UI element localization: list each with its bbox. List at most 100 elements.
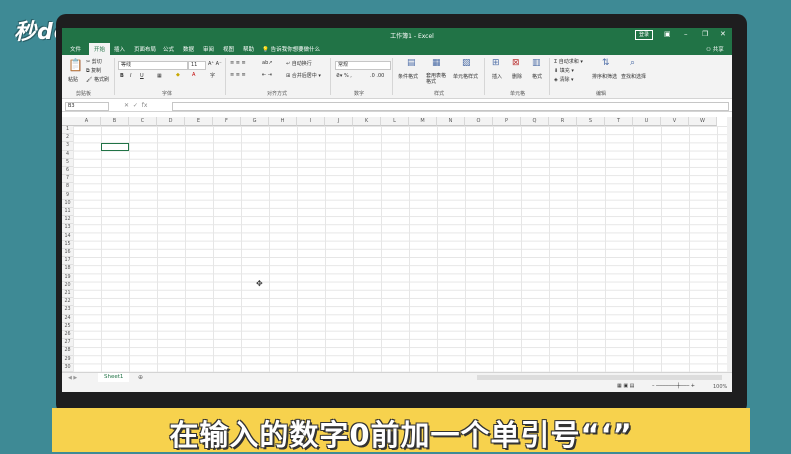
row-header[interactable]: 17 [62,257,73,266]
tab-view[interactable]: 视图 [223,45,234,53]
sort-filter-icon[interactable]: ⇅ [602,58,610,68]
cut-button[interactable]: ✂ 剪切 [86,58,102,65]
share-button[interactable]: ⚇ 共享 [706,45,724,53]
orientation-icon[interactable]: ab↗ [262,60,272,66]
row-header[interactable]: 14 [62,232,73,241]
row-header[interactable]: 26 [62,331,73,340]
format-cells-button[interactable]: 格式 [532,73,542,80]
row-header[interactable]: 30 [62,363,73,372]
autosum-button[interactable]: Σ 自动求和 ▾ [554,58,583,65]
add-sheet-icon[interactable]: ⊕ [138,374,143,381]
column-header[interactable]: H [269,117,297,126]
copy-button[interactable]: ⧉ 复制 [86,67,101,74]
row-header[interactable]: 3 [62,142,73,151]
tab-page-layout[interactable]: 页面布局 [134,45,156,53]
column-header[interactable]: G [241,117,269,126]
column-header[interactable]: K [353,117,381,126]
row-header[interactable]: 25 [62,322,73,331]
format-cells-icon[interactable]: ▥ [532,58,541,68]
wrap-text-button[interactable]: ↵ 自动换行 [286,60,312,67]
row-header[interactable]: 24 [62,314,73,323]
row-header[interactable]: 10 [62,199,73,208]
row-header[interactable]: 7 [62,175,73,184]
vertical-scrollbar[interactable] [727,117,732,372]
column-header[interactable]: S [577,117,605,126]
font-name-select[interactable]: 等线 [118,61,188,70]
selected-cell[interactable] [101,143,129,151]
fill-color-icon[interactable]: ◆ [176,72,180,78]
column-header[interactable]: F [213,117,241,126]
font-color-icon[interactable]: A [192,72,195,78]
horizontal-scrollbar[interactable] [477,375,722,380]
zoom-slider[interactable]: – ───────┼─── + [652,383,695,389]
enter-icon[interactable]: ✓ [133,102,138,109]
bold-button[interactable]: B [120,73,124,79]
row-header[interactable]: 1 [62,126,73,135]
tab-review[interactable]: 审阅 [203,45,214,53]
column-header[interactable]: N [437,117,465,126]
tab-help[interactable]: 帮助 [243,45,254,53]
column-header[interactable]: C [129,117,157,126]
insert-cells-button[interactable]: 插入 [492,73,502,80]
find-select-button[interactable]: 查找和选择 [621,73,646,80]
sheet-nav-icon[interactable]: ◀ ▶ [68,375,77,381]
tell-me-box[interactable]: 💡 告诉我你想要做什么 [262,45,320,53]
tab-data[interactable]: 数据 [183,45,194,53]
row-header[interactable]: 4 [62,150,73,159]
italic-button[interactable]: I [130,73,131,79]
format-as-table-button[interactable]: 套用表格格式 [426,73,450,85]
row-header[interactable]: 9 [62,191,73,200]
minimize-icon[interactable]: – [684,30,688,38]
row-header[interactable]: 29 [62,355,73,364]
decimal-icon[interactable]: .0 .00 [370,73,384,79]
formula-input[interactable] [172,102,729,111]
view-normal-icon[interactable]: ▦ ▣ ▤ [617,383,634,389]
close-icon[interactable]: ✕ [720,30,726,38]
row-header[interactable]: 16 [62,249,73,258]
column-header[interactable]: O [465,117,493,126]
row-header[interactable]: 2 [62,134,73,143]
conditional-format-button[interactable]: 条件格式 [398,73,418,80]
row-header[interactable]: 6 [62,167,73,176]
cell-styles-icon[interactable]: ▨ [462,58,471,68]
row-header[interactable]: 15 [62,240,73,249]
row-header[interactable]: 21 [62,290,73,299]
fx-icon[interactable]: fx [142,102,148,109]
row-header[interactable]: 8 [62,183,73,192]
column-header[interactable]: L [381,117,409,126]
paste-icon[interactable]: 📋 [68,58,83,72]
column-header[interactable]: T [605,117,633,126]
find-select-icon[interactable]: ⌕ [630,58,635,68]
column-header[interactable]: D [157,117,185,126]
ribbon-options-icon[interactable]: ▣ [664,30,671,38]
cancel-icon[interactable]: ✕ [124,102,129,109]
column-header[interactable]: I [297,117,325,126]
format-as-table-icon[interactable]: ▦ [432,58,441,68]
column-header[interactable]: M [409,117,437,126]
row-header[interactable]: 13 [62,224,73,233]
align-left-icon[interactable]: ≡ ≡ ≡ [230,72,246,78]
tab-file[interactable]: 文件 [70,45,81,53]
column-header[interactable]: U [633,117,661,126]
row-header[interactable]: 19 [62,273,73,282]
number-format-select[interactable]: 常规 [335,61,391,70]
cell-area[interactable] [73,126,728,372]
row-header[interactable]: 28 [62,347,73,356]
clear-button[interactable]: ◈ 清除 ▾ [554,76,574,83]
row-header[interactable]: 22 [62,298,73,307]
paste-button[interactable]: 粘贴 [68,76,78,83]
delete-cells-button[interactable]: 删除 [512,73,522,80]
row-header[interactable]: 20 [62,281,73,290]
conditional-format-icon[interactable]: ▤ [407,58,416,68]
fill-button[interactable]: ⬇ 填充 ▾ [554,67,574,74]
phonetic-icon[interactable]: 字 [210,72,215,79]
name-box[interactable]: B3 [65,102,109,111]
column-header[interactable]: J [325,117,353,126]
font-size-select[interactable]: 11 [188,61,206,70]
tab-insert[interactable]: 插入 [114,45,125,53]
column-header[interactable]: W [689,117,717,126]
column-header[interactable]: P [493,117,521,126]
merge-center-button[interactable]: ⊞ 合并后居中 ▾ [286,72,321,79]
borders-icon[interactable]: ▦ [157,73,162,79]
row-header[interactable]: 11 [62,208,73,217]
